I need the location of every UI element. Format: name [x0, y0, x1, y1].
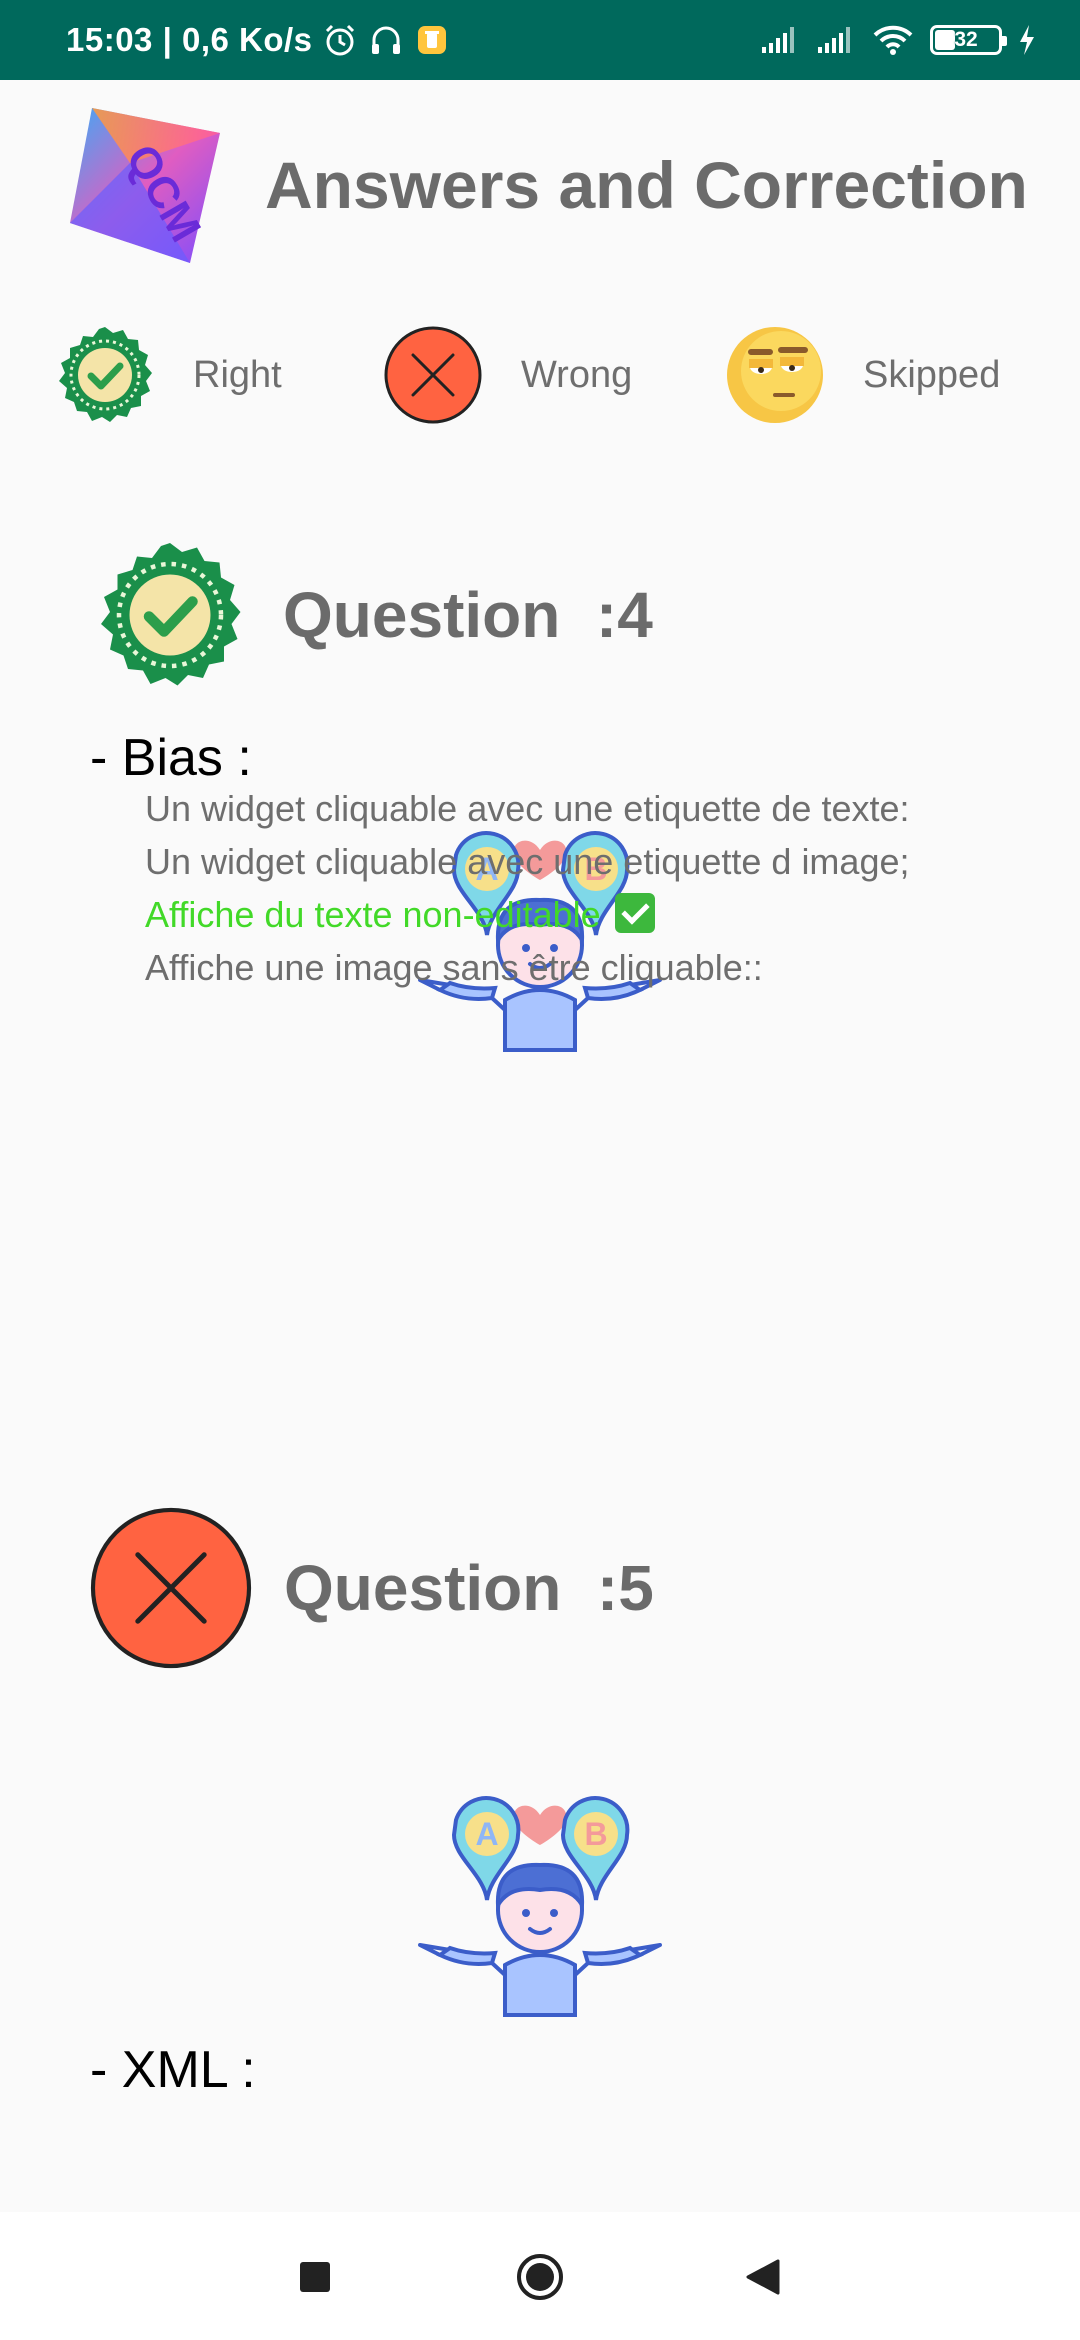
answer-list: Un widget cliquable avec une etiquette d…	[145, 782, 910, 994]
status-bar: 15:03 | 0,6 Ko/s 32	[0, 0, 1080, 80]
legend-right: Right	[55, 325, 282, 425]
answer-option: Affiche une image sans être cliquable::	[145, 941, 910, 994]
status-time-speed: 15:03 | 0,6 Ko/s	[66, 21, 313, 58]
battery-icon: 32	[930, 25, 1007, 55]
headset-icon	[371, 26, 400, 54]
battery-level: 32	[954, 28, 978, 51]
answer-option: Un widget cliquable avec une etiquette d…	[145, 835, 910, 888]
wrong-circle-icon	[384, 326, 482, 424]
back-triangle-icon	[746, 2259, 780, 2295]
header: QCM Answers and Correction	[70, 100, 1030, 270]
legend-skipped: Skipped	[725, 325, 1000, 425]
back-button[interactable]	[738, 2252, 788, 2302]
signal-icon	[818, 27, 850, 53]
recents-square-icon	[300, 2262, 330, 2292]
wrong-circle-icon	[90, 1507, 252, 1669]
question-card: Question :5 A B - XML :	[0, 1505, 1080, 2125]
question-title: Question :4	[283, 579, 653, 651]
question-header: Question :4	[95, 540, 653, 690]
answer-text: Affiche une image sans être cliquable::	[145, 947, 763, 988]
alarm-icon	[325, 24, 354, 56]
legend-skipped-label: Skipped	[863, 353, 1001, 396]
question-card: Question :4 A B - Bias : Un widget cliqu…	[0, 540, 1080, 1380]
choice-b-label: B	[584, 1816, 607, 1852]
legend: Right Wrong Skipped	[55, 320, 1025, 430]
signal-icon	[762, 27, 794, 53]
question-title: Question :5	[284, 1552, 654, 1624]
notification-icon	[417, 26, 446, 54]
answer-text: Un widget cliquable avec une etiquette d…	[145, 841, 910, 882]
page-title: Answers and Correction	[265, 148, 1028, 222]
legend-right-label: Right	[193, 353, 282, 396]
answer-text: Un widget cliquable avec une etiquette d…	[145, 788, 910, 829]
legend-wrong-label: Wrong	[521, 353, 633, 396]
recents-button[interactable]	[290, 2252, 340, 2302]
skipped-face-icon	[727, 327, 823, 423]
charging-icon	[1020, 25, 1034, 55]
home-circle-icon	[517, 2254, 563, 2300]
answer-text: Affiche du texte non-editable	[145, 894, 601, 935]
question-topic: - XML :	[90, 2041, 256, 2099]
question-topic: - Bias :	[90, 729, 252, 787]
home-button[interactable]	[515, 2252, 565, 2302]
question-header: Question :5	[88, 1505, 654, 1671]
wifi-icon	[873, 25, 913, 55]
legend-wrong: Wrong	[383, 325, 632, 425]
right-badge-icon	[59, 327, 152, 422]
right-badge-icon	[101, 543, 241, 686]
check-mark-icon	[614, 893, 655, 933]
choice-a-label: A	[475, 1816, 498, 1852]
answer-option-correct: Affiche du texte non-editable	[145, 888, 910, 941]
navigation-bar	[0, 2212, 1080, 2340]
choice-person-illustration: A B	[418, 1796, 662, 2017]
qcm-logo: QCM	[70, 107, 220, 263]
answer-option: Un widget cliquable avec une etiquette d…	[145, 782, 910, 835]
